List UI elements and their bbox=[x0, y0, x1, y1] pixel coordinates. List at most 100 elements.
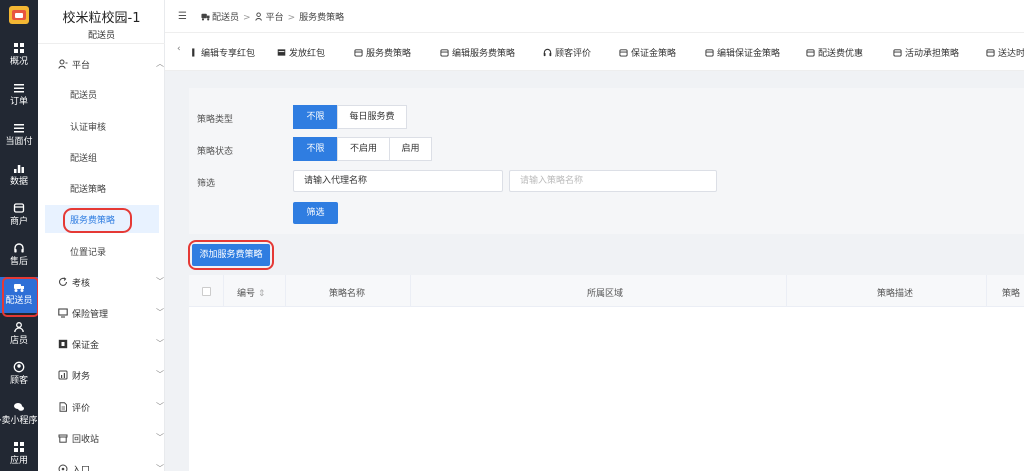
column-divider bbox=[786, 275, 787, 307]
select-all-checkbox[interactable] bbox=[202, 287, 211, 296]
rail-item-courier[interactable]: 配送员 bbox=[0, 277, 39, 317]
sidebar-group-insurance[interactable]: 保险管理 ﹀ bbox=[58, 306, 164, 322]
sidebar-group-entry[interactable]: 入口 ﹀ bbox=[58, 462, 164, 471]
sidebar-group-label: 保证金 bbox=[72, 341, 100, 351]
people-icon bbox=[58, 59, 68, 69]
tab-label: 保证金策略 bbox=[631, 49, 677, 59]
sidebar-group-recycle-bin[interactable]: 回收站 ﹀ bbox=[58, 431, 164, 447]
add-service-fee-strategy-button[interactable]: 添加服务费策略 bbox=[188, 240, 274, 270]
store-icon bbox=[354, 49, 363, 57]
chevron-down-icon: ﹀ bbox=[156, 339, 164, 348]
sub-sidebar: 校米粒校园-1 配送员 平台 ︿ 配送员 认证审核 配送组 配送策略 服务费策略… bbox=[38, 0, 165, 471]
sidebar-item-service-fee-strategy[interactable]: 服务费策略 bbox=[45, 205, 159, 233]
breadcrumb: 配送员 > 平台 > 服务费策略 bbox=[201, 10, 344, 23]
sidebar-item-location-log[interactable]: 位置记录 bbox=[45, 237, 159, 265]
breadcrumb-separator: > bbox=[287, 13, 296, 23]
store-icon bbox=[806, 49, 815, 57]
tab-label: 活动承担策略 bbox=[905, 49, 960, 59]
rail-item-data[interactable]: 数据 bbox=[0, 158, 38, 194]
rail-item-miniapp[interactable]: 外卖小程序 bbox=[0, 397, 38, 433]
type-option-daily-fee[interactable]: 每日服务费 bbox=[337, 105, 407, 129]
tab-send-coupon[interactable]: 发放红包 bbox=[277, 46, 325, 59]
user-icon bbox=[14, 322, 24, 333]
breadcrumb-item[interactable]: 平台 bbox=[266, 13, 284, 23]
grid-icon bbox=[14, 43, 24, 53]
sidebar-item-label: 认证审核 bbox=[70, 123, 107, 133]
tab-activity-cost-strategy[interactable]: 活动承担策略 bbox=[893, 46, 959, 59]
tab-customer-review[interactable]: 顾客评价 bbox=[543, 46, 591, 59]
sidebar-group-deposit[interactable]: 保证金 ﹀ bbox=[58, 337, 164, 353]
sidebar-group-platform[interactable]: 平台 ︿ bbox=[58, 57, 164, 73]
rail-item-clerk[interactable]: 店员 bbox=[0, 317, 38, 353]
sidebar-item-delivery-group[interactable]: 配送组 bbox=[45, 143, 159, 171]
filter-button[interactable]: 筛选 bbox=[293, 202, 338, 224]
breadcrumb-separator: > bbox=[243, 13, 251, 23]
sidebar-item-label: 配送组 bbox=[70, 154, 98, 164]
tab-label: 送达时 bbox=[998, 49, 1024, 59]
page-tabs: ‹ 编辑专享红包 发放红包 服务费策略 编辑服务费策略 顾客评价 保证金策略 编… bbox=[165, 33, 1024, 71]
tab-scroll-left-icon[interactable]: ‹ bbox=[177, 44, 181, 54]
rail-item-face-pay[interactable]: 当面付 bbox=[0, 118, 38, 154]
rail-item-overview[interactable]: 概况 bbox=[0, 38, 38, 74]
chevron-up-icon: ︿ bbox=[156, 59, 164, 68]
top-header: ☰ 配送员 > 平台 > 服务费策略 bbox=[165, 0, 1024, 33]
rail-item-merchants[interactable]: 商户 bbox=[0, 198, 38, 234]
chevron-down-icon: ﹀ bbox=[156, 402, 164, 411]
app-logo bbox=[9, 6, 29, 24]
app-root: 概况 订单 当面付 数据 商户 售后 配送员 店员 顾客 卖小程序 应用 校米粒… bbox=[0, 0, 1024, 471]
sidebar-group-finance[interactable]: 财务 ﹀ bbox=[58, 368, 164, 384]
status-option-disabled[interactable]: 不启用 bbox=[337, 137, 390, 161]
tab-service-fee-strategy[interactable]: 服务费策略 bbox=[354, 46, 411, 59]
list-icon bbox=[14, 124, 24, 133]
column-region: 所属区域 bbox=[587, 289, 624, 299]
sidebar-group-review[interactable]: 评价 ﹀ bbox=[58, 400, 164, 416]
column-id[interactable]: 编号 ⇕ bbox=[237, 286, 265, 299]
sidebar-item-label: 服务费策略 bbox=[70, 216, 116, 226]
tab-label: 配送费优惠 bbox=[818, 49, 864, 59]
store-icon bbox=[893, 49, 902, 57]
tab-label: 发放红包 bbox=[289, 49, 326, 59]
tab-delivery-fee-discount[interactable]: 配送费优惠 bbox=[806, 46, 863, 59]
sidebar-item-verification[interactable]: 认证审核 bbox=[45, 112, 159, 140]
sidebar-item-courier[interactable]: 配送员 bbox=[45, 80, 159, 108]
rail-item-aftersale[interactable]: 售后 bbox=[0, 238, 38, 274]
column-divider bbox=[223, 275, 224, 307]
rail-item-label: 外卖小程序 bbox=[0, 416, 38, 426]
store-icon bbox=[986, 49, 995, 57]
column-strategy-name: 策略名称 bbox=[329, 289, 366, 299]
sidebar-item-delivery-strategy[interactable]: 配送策略 bbox=[45, 174, 159, 202]
rail-item-orders[interactable]: 订单 bbox=[0, 78, 38, 114]
tab-deposit-strategy[interactable]: 保证金策略 bbox=[619, 46, 676, 59]
store-icon bbox=[705, 49, 714, 57]
strategy-name-input[interactable]: 请输入策略名称 bbox=[509, 170, 717, 192]
filter-label: 筛选 bbox=[197, 179, 216, 189]
sort-icon[interactable]: ⇕ bbox=[258, 289, 266, 299]
column-description: 策略描述 bbox=[877, 289, 914, 299]
breadcrumb-item[interactable]: 配送员 bbox=[212, 13, 239, 23]
rail-item-label: 数据 bbox=[9, 177, 28, 187]
agent-name-input[interactable]: 请输入代理名称 bbox=[293, 170, 503, 192]
deposit-icon bbox=[58, 339, 68, 349]
wechat-icon bbox=[14, 403, 24, 411]
type-option-any[interactable]: 不限 bbox=[293, 105, 338, 129]
sidebar-divider bbox=[38, 43, 165, 44]
status-option-any[interactable]: 不限 bbox=[293, 137, 338, 161]
tab-delivery-time[interactable]: 送达时 bbox=[986, 46, 1024, 59]
sidebar-group-label: 平台 bbox=[72, 61, 91, 71]
strategy-table: 编号 ⇕ 策略名称 所属区域 策略描述 策略 bbox=[189, 275, 1024, 471]
delivery-icon bbox=[14, 284, 24, 292]
store-icon bbox=[619, 49, 628, 57]
rail-item-customer[interactable]: 顾客 bbox=[0, 357, 38, 393]
status-option-enabled[interactable]: 启用 bbox=[389, 137, 432, 161]
school-name: 校米粒校园-1 bbox=[62, 11, 141, 26]
tab-edit-deposit-strategy[interactable]: 编辑保证金策略 bbox=[705, 46, 780, 59]
tab-edit-exclusive-coupon[interactable]: 编辑专享红包 bbox=[189, 46, 255, 59]
rail-item-label: 商户 bbox=[9, 217, 28, 227]
section-role: 配送员 bbox=[87, 31, 115, 41]
rail-item-apps[interactable]: 应用 bbox=[0, 437, 38, 471]
menu-toggle-icon[interactable]: ☰ bbox=[178, 11, 187, 22]
refresh-icon bbox=[58, 277, 68, 286]
tab-edit-service-fee-strategy[interactable]: 编辑服务费策略 bbox=[440, 46, 515, 59]
apps-icon bbox=[14, 442, 24, 452]
sidebar-group-assessment[interactable]: 考核 ﹀ bbox=[58, 275, 164, 291]
